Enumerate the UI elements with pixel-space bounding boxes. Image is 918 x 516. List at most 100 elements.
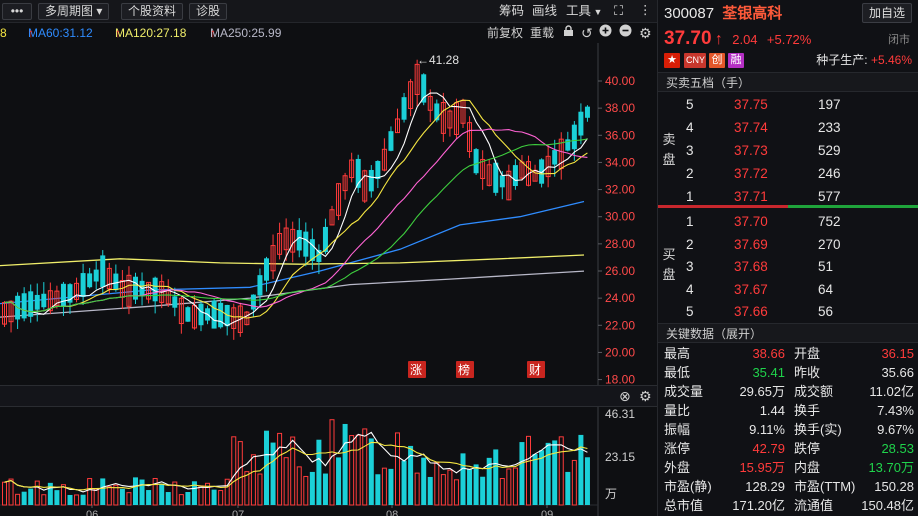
chips-button[interactable]: 筹码	[499, 4, 524, 19]
sell-row[interactable]: 2 37.72 246	[658, 162, 918, 185]
key-data-label: 跌停	[794, 441, 821, 456]
key-data-row: 市盈(静) 128.29 市盈(TTM) 150.28	[658, 477, 918, 496]
ma-partial-value: 8	[0, 26, 7, 40]
candle-body	[552, 150, 558, 165]
china-flag-icon: ★	[664, 53, 680, 68]
volume-bar	[126, 492, 132, 506]
volume-bar	[336, 457, 342, 505]
key-data-value: 128.29	[745, 479, 785, 494]
volume-bar	[178, 494, 184, 506]
y-tick-label: 18.00	[605, 373, 635, 385]
volume-bar	[296, 466, 302, 506]
candle-body	[512, 165, 518, 187]
volume-bar	[388, 468, 394, 505]
order-price: 37.69	[734, 236, 768, 252]
volume-bar	[237, 441, 243, 506]
price-chart[interactable]: 40.00 38.00 36.00 34.00 32.00 30.00 28.00 26.00…	[0, 43, 657, 385]
adjust-button[interactable]: 前复权	[487, 24, 523, 42]
volume-bar	[146, 490, 152, 505]
close-icon[interactable]: ⊗	[619, 388, 631, 405]
candle-body	[28, 291, 34, 317]
order-volume: 56	[818, 304, 834, 319]
gear-icon[interactable]: ⚙	[639, 388, 652, 405]
buy-row[interactable]: 2 37.69 270	[658, 233, 918, 256]
more-icon[interactable]: ⋮	[639, 3, 652, 18]
gem-board-tag: 创	[709, 53, 725, 68]
buy-row[interactable]: 4 37.67 64	[658, 278, 918, 301]
lock-icon[interactable]	[563, 24, 574, 42]
key-data-row: 总市值 171.20亿 流通值 150.48亿	[658, 496, 918, 515]
order-level: 5	[686, 304, 694, 319]
order-book-title[interactable]: 买卖五档（手）	[658, 72, 918, 92]
buy-row[interactable]: 5 37.66 56	[658, 300, 918, 323]
volume-bar	[467, 469, 473, 505]
overlay-button[interactable]: 重载	[530, 24, 554, 42]
sell-row[interactable]: 3 37.73 529	[658, 139, 918, 162]
order-level: 2	[686, 236, 694, 252]
volume-bar	[584, 457, 590, 505]
volume-bar	[473, 464, 479, 505]
buy-divider	[788, 205, 918, 208]
key-data-label: 振幅	[664, 422, 691, 437]
candle-body	[375, 160, 381, 180]
candle-body	[368, 169, 374, 192]
volume-bar	[8, 478, 14, 506]
volume-bar	[349, 435, 355, 506]
volume-bar	[80, 494, 86, 505]
period-label: 多周期图	[45, 4, 94, 18]
volume-bar	[552, 440, 558, 505]
volume-bar	[185, 492, 191, 505]
menu-button[interactable]: •••	[2, 3, 32, 20]
add-favorite-button[interactable]: 加自选	[861, 3, 912, 23]
buy-row[interactable]: 3 37.68 51	[658, 255, 918, 278]
x-tick-label: 07	[232, 509, 244, 516]
candle-body	[211, 300, 217, 329]
key-data-label: 外盘	[664, 460, 691, 475]
sector-name: 种子生产	[816, 53, 865, 67]
gear-icon[interactable]: ⚙	[639, 24, 652, 42]
volume-bar	[460, 453, 466, 505]
draw-button[interactable]: 画线	[532, 4, 557, 19]
y-tick-label: 32.00	[605, 183, 635, 197]
up-arrow-icon: ↑	[714, 31, 723, 48]
key-data-value: 11.02亿	[869, 384, 914, 399]
candle-body	[401, 97, 407, 120]
key-data-label: 流通值	[794, 498, 834, 513]
order-level: 1	[686, 214, 694, 229]
candle-body	[584, 106, 590, 118]
buy-row[interactable]: 1 37.70 752	[658, 210, 918, 233]
candle-body	[87, 273, 93, 288]
candle-body	[264, 258, 269, 281]
profile-button[interactable]: 个股资料	[121, 3, 184, 20]
sell-row[interactable]: 4 37.74 233	[658, 116, 918, 139]
sector-link[interactable]: 种子生产: +5.46%	[816, 53, 912, 68]
volume-bar	[264, 430, 269, 505]
key-data-value: 7.43%	[877, 403, 914, 418]
key-data-value: 171.20亿	[732, 498, 785, 513]
candle-body	[113, 273, 119, 291]
volume-bar	[93, 488, 99, 506]
candle-body	[257, 275, 263, 296]
key-data-value: 29.65万	[739, 384, 785, 399]
key-data-value: 150.48亿	[861, 498, 914, 513]
tools-dropdown[interactable]: 工具 ▼	[566, 4, 602, 20]
key-data-title[interactable]: 关键数据（展开）	[658, 323, 918, 343]
diagnose-button[interactable]: 诊股	[189, 3, 228, 20]
volume-bar	[244, 471, 250, 506]
zoom-in-icon[interactable]	[599, 24, 612, 42]
key-data-value: 9.67%	[877, 422, 914, 437]
zoom-out-icon[interactable]	[619, 24, 632, 42]
sell-row[interactable]: 5 37.75 197	[658, 93, 918, 116]
ma120-line	[0, 254, 585, 267]
volume-chart[interactable]: 46.31 23.15 万 06 07 08 09	[0, 407, 657, 516]
volume-bar	[440, 474, 446, 506]
period-dropdown[interactable]: 多周期图 ▾	[38, 3, 110, 20]
candle-body	[60, 283, 66, 307]
volume-bar	[526, 435, 531, 506]
key-data-label: 市盈(静)	[664, 479, 712, 494]
order-level: 4	[686, 120, 694, 135]
volume-bar	[2, 481, 7, 506]
undo-icon[interactable]: ↺	[581, 24, 593, 42]
volume-bar	[322, 473, 328, 505]
fullscreen-icon[interactable]: ⛶	[614, 3, 623, 18]
